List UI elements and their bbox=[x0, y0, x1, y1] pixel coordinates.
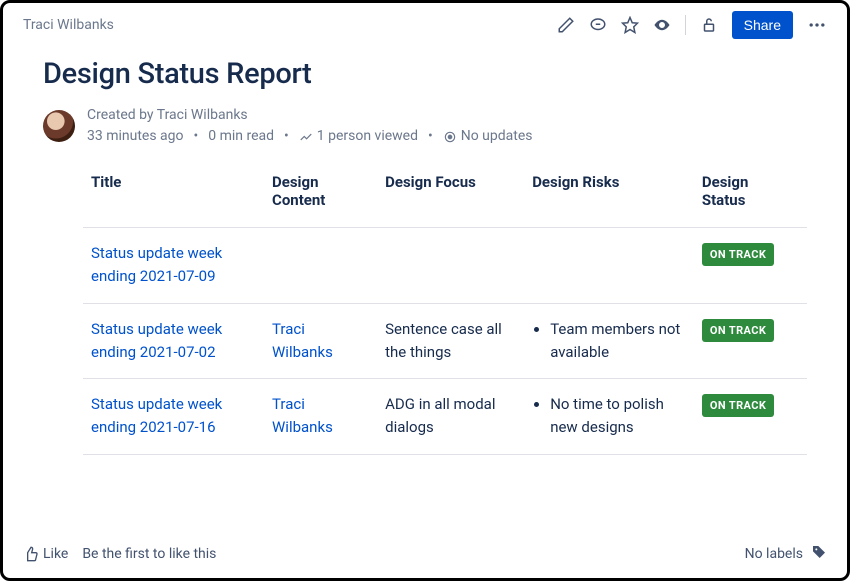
status-badge: ON TRACK bbox=[702, 319, 774, 342]
author-avatar[interactable] bbox=[43, 110, 75, 142]
no-labels-text: No labels bbox=[745, 546, 803, 562]
table-row: Status update week ending 2021-07-16 Trac… bbox=[83, 379, 807, 455]
created-by-prefix: Created by bbox=[87, 107, 157, 123]
status-table: Title Design Content Design Focus Design… bbox=[83, 163, 807, 455]
status-badge: ON TRACK bbox=[702, 394, 774, 417]
read-time: 0 min read bbox=[208, 126, 274, 147]
breadcrumb[interactable]: Traci Wilbanks bbox=[23, 17, 114, 33]
table-row: Status update week ending 2021-07-02 Trac… bbox=[83, 303, 807, 379]
toolbar-separator bbox=[685, 15, 686, 35]
row-title-link[interactable]: Status update week ending 2021-07-02 bbox=[91, 320, 222, 361]
watch-icon[interactable] bbox=[653, 16, 671, 34]
row-design-focus: Sentence case all the things bbox=[377, 303, 524, 379]
like-button[interactable]: Like bbox=[23, 546, 68, 562]
comment-icon[interactable] bbox=[589, 16, 607, 34]
row-design-status: ON TRACK bbox=[694, 303, 807, 379]
share-button[interactable]: Share bbox=[732, 11, 793, 39]
row-title-link[interactable]: Status update week ending 2021-07-16 bbox=[91, 395, 222, 436]
row-design-risks: Team members not available bbox=[524, 303, 694, 379]
views-count[interactable]: 1 person viewed bbox=[299, 126, 418, 147]
row-design-status: ON TRACK bbox=[694, 379, 807, 455]
page-title: Design Status Report bbox=[3, 39, 847, 101]
table-row: Status update week ending 2021-07-09 ON T… bbox=[83, 228, 807, 304]
col-header-content: Design Content bbox=[264, 163, 377, 228]
edit-icon[interactable] bbox=[557, 16, 575, 34]
row-design-content[interactable]: Traci Wilbanks bbox=[264, 303, 377, 379]
row-design-risks: No time to polish new designs bbox=[524, 379, 694, 455]
page-age: 33 minutes ago bbox=[87, 126, 184, 147]
col-header-status: Design Status bbox=[694, 163, 807, 228]
more-actions-icon[interactable] bbox=[807, 15, 827, 35]
col-header-focus: Design Focus bbox=[377, 163, 524, 228]
row-title-link[interactable]: Status update week ending 2021-07-09 bbox=[91, 244, 222, 285]
row-design-content[interactable]: Traci Wilbanks bbox=[264, 379, 377, 455]
col-header-title: Title bbox=[83, 163, 264, 228]
like-label: Like bbox=[43, 546, 68, 562]
risk-item: Team members not available bbox=[550, 318, 682, 365]
row-design-focus bbox=[377, 228, 524, 304]
meta-separator bbox=[426, 126, 435, 147]
page-meta: Created by Traci Wilbanks 33 minutes ago… bbox=[3, 101, 847, 163]
risk-item: No time to polish new designs bbox=[550, 393, 682, 440]
meta-separator bbox=[192, 126, 201, 147]
like-hint: Be the first to like this bbox=[82, 546, 216, 562]
label-icon[interactable] bbox=[811, 544, 827, 564]
star-icon[interactable] bbox=[621, 16, 639, 34]
meta-separator bbox=[282, 126, 291, 147]
row-design-focus: ADG in all modal dialogs bbox=[377, 379, 524, 455]
toolbar: Share bbox=[557, 11, 827, 39]
row-design-status: ON TRACK bbox=[694, 228, 807, 304]
created-by-name[interactable]: Traci Wilbanks bbox=[157, 107, 248, 123]
row-design-content bbox=[264, 228, 377, 304]
status-badge: ON TRACK bbox=[702, 243, 774, 266]
col-header-risks: Design Risks bbox=[524, 163, 694, 228]
row-design-risks bbox=[524, 228, 694, 304]
restrictions-icon[interactable] bbox=[700, 16, 718, 34]
updates-indicator[interactable]: No updates bbox=[443, 126, 533, 147]
